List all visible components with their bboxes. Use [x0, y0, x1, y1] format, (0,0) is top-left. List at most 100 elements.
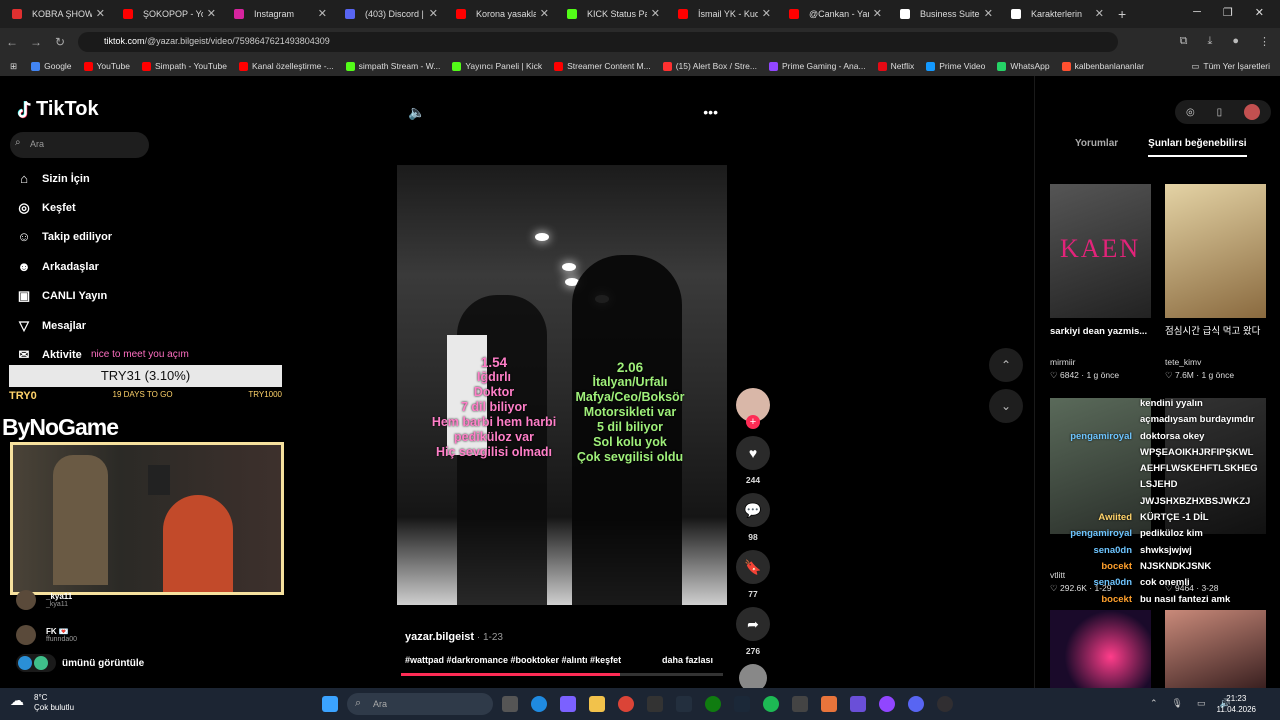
share-icon[interactable]: ➦ [736, 607, 770, 641]
sidebar-item[interactable]: ⌂ Sizin İçin [16, 171, 90, 187]
maximize-icon[interactable]: ❐ [1223, 6, 1233, 19]
tab-close-icon[interactable]: ✕ [1095, 7, 1104, 20]
amazon-icon[interactable] [676, 696, 692, 712]
thumbnail[interactable] [1165, 610, 1266, 688]
coin-icon[interactable]: ◎ [1186, 107, 1195, 118]
bookmark-item[interactable]: Streamer Content M... [554, 61, 651, 71]
weather-widget[interactable]: ☁ 8°C Çok bulutlu [10, 693, 94, 713]
capcut-icon[interactable] [792, 696, 808, 712]
tab-close-icon[interactable]: ✕ [318, 7, 327, 20]
chrome-icon[interactable] [618, 696, 634, 712]
url-field[interactable]: tiktok.com/@yazar.bilgeist/video/7598647… [78, 32, 1118, 52]
sidebar-item[interactable]: ✉ Aktivite [16, 347, 82, 363]
bookmark-item[interactable]: Prime Video [926, 61, 985, 71]
thumbnail[interactable] [1165, 184, 1266, 318]
all-bookmarks[interactable]: ▭ Tüm Yer İşaretleri [1191, 61, 1270, 72]
thumb-title[interactable]: 점심시간 급식 먹고 왔다 [1165, 325, 1265, 338]
minimize-icon[interactable]: ─ [1193, 6, 1201, 19]
close-window-icon[interactable]: ✕ [1255, 6, 1264, 19]
tab-close-icon[interactable]: ✕ [429, 7, 438, 20]
bookmark-item[interactable]: WhatsApp [997, 61, 1050, 71]
app-icon[interactable] [879, 696, 895, 712]
obs-icon[interactable] [937, 696, 953, 712]
more-options-icon[interactable]: ••• [703, 104, 718, 121]
browser-tab[interactable]: @Cankan - Yaran ✕ [777, 0, 888, 28]
edge-icon[interactable] [531, 696, 547, 712]
taskbar-search[interactable]: ⌕ Ara [347, 693, 493, 715]
bookmark-item[interactable]: Prime Gaming - Ana... [768, 61, 866, 71]
bookmark-item[interactable]: Google [31, 61, 72, 71]
sidebar-item[interactable]: ◎ Keşfet [16, 200, 75, 216]
search-input[interactable]: ⌕ Ara [10, 132, 149, 158]
tab-close-icon[interactable]: ✕ [540, 7, 549, 20]
bookmark-item[interactable]: (15) Alert Box / Stre... [662, 61, 757, 71]
network-icon[interactable]: ▭ [1197, 698, 1206, 709]
tab-close-icon[interactable]: ✕ [96, 7, 105, 20]
reload-icon[interactable]: ↻ [48, 35, 72, 49]
browser-tab[interactable]: ŞOKOPOP - YouTu ✕ [111, 0, 222, 28]
tab-close-icon[interactable]: ✕ [651, 7, 660, 20]
browser-tab[interactable]: Instagram ✕ [222, 0, 333, 28]
bookmark-item[interactable]: Yayıncı Paneli | Kick [452, 61, 542, 71]
sidebar-item[interactable]: ▽ Mesajlar [16, 318, 86, 334]
epic-icon[interactable] [647, 696, 663, 712]
thumbnail[interactable] [1050, 610, 1151, 688]
sidebar-item[interactable]: ▣ CANLI Yayın [16, 288, 107, 304]
steam-icon[interactable] [734, 696, 750, 712]
browser-tab[interactable]: Karakterlerin ✕ [999, 0, 1110, 28]
thumbnail[interactable]: KAEN [1050, 184, 1151, 318]
app-icon[interactable] [850, 696, 866, 712]
tab-close-icon[interactable]: ✕ [873, 7, 882, 20]
tab-similar[interactable]: Şunları beğenebilirsi [1148, 138, 1247, 157]
bookmark-icon[interactable]: 🔖 [736, 550, 770, 584]
app-icon[interactable] [821, 696, 837, 712]
start-icon[interactable] [322, 696, 338, 712]
profile-icon[interactable]: ● [1232, 35, 1239, 48]
mic-icon[interactable]: 🎙 [1172, 698, 1183, 709]
browser-tab[interactable]: KICK Status Page ✕ [555, 0, 666, 28]
browser-tab[interactable]: KOBRA ŞHOW KR ✕ [0, 0, 111, 28]
tiktok-logo[interactable]: TikTok [16, 98, 99, 121]
hashtags[interactable]: #wattpad #darkromance #booktoker #alıntı… [405, 655, 621, 665]
task-view-icon[interactable] [502, 696, 518, 712]
more-button[interactable]: daha fazlası [662, 655, 713, 665]
video-author[interactable]: yazar.bilgeist · 1-23 [405, 631, 503, 643]
like-icon[interactable]: ♥ [736, 436, 770, 470]
volume-icon[interactable]: 🔈 [408, 104, 425, 121]
thumb-user[interactable]: tete_kimv [1165, 357, 1201, 367]
extensions-icon[interactable]: ⧉ [1180, 35, 1188, 48]
followed-account[interactable]: _kya11 _kya11 [16, 590, 72, 610]
chevron-up-icon[interactable]: ⌃ [1150, 698, 1158, 709]
copilot-icon[interactable] [560, 696, 576, 712]
discord-icon[interactable] [908, 696, 924, 712]
browser-tab[interactable]: Korona yasaklann ✕ [444, 0, 555, 28]
sidebar-item[interactable]: ☺ Takip ediliyor [16, 229, 112, 245]
bookmark-item[interactable]: YouTube [83, 61, 130, 71]
spotify-icon[interactable] [763, 696, 779, 712]
bookmark-item[interactable]: Simpath - YouTube [141, 61, 227, 71]
thumb-title[interactable]: sarkiyi dean yazmis... [1050, 325, 1150, 338]
user-avatar[interactable] [1244, 104, 1261, 120]
browser-tab[interactable]: İsmail YK - Kudur ✕ [666, 0, 777, 28]
tab-close-icon[interactable]: ✕ [762, 7, 771, 20]
follow-plus-icon[interactable]: + [746, 415, 760, 429]
xbox-icon[interactable] [705, 696, 721, 712]
tab-comments[interactable]: Yorumlar [1075, 138, 1118, 157]
video-progress[interactable] [401, 673, 723, 676]
apps-icon[interactable]: ⊞ [10, 61, 17, 72]
back-icon[interactable]: ← [0, 35, 24, 49]
bookmark-item[interactable]: kalbenbanlananlar [1061, 61, 1144, 71]
explorer-icon[interactable] [589, 696, 605, 712]
tab-close-icon[interactable]: ✕ [207, 7, 216, 20]
download-icon[interactable]: ⤓ [1207, 35, 1212, 48]
video-player[interactable]: 1.54 Iğdırlı Doktor 7 dil biliyor Hem barbi … [397, 165, 727, 605]
bookmark-item[interactable]: Netflix [877, 61, 914, 71]
clock[interactable]: 21:23 11.04.2026 [1217, 693, 1256, 715]
bookmark-item[interactable]: simpath Stream - W... [345, 61, 440, 71]
sidebar-item[interactable]: ☻ Arkadaşlar [16, 259, 99, 275]
forward-icon[interactable]: → [24, 35, 48, 49]
show-all-link[interactable]: ümünü görüntüle [16, 654, 144, 672]
next-video-button[interactable]: ⌄ [989, 389, 1023, 423]
comment-icon[interactable]: 💬 [736, 493, 770, 527]
tab-close-icon[interactable]: ✕ [984, 7, 993, 20]
